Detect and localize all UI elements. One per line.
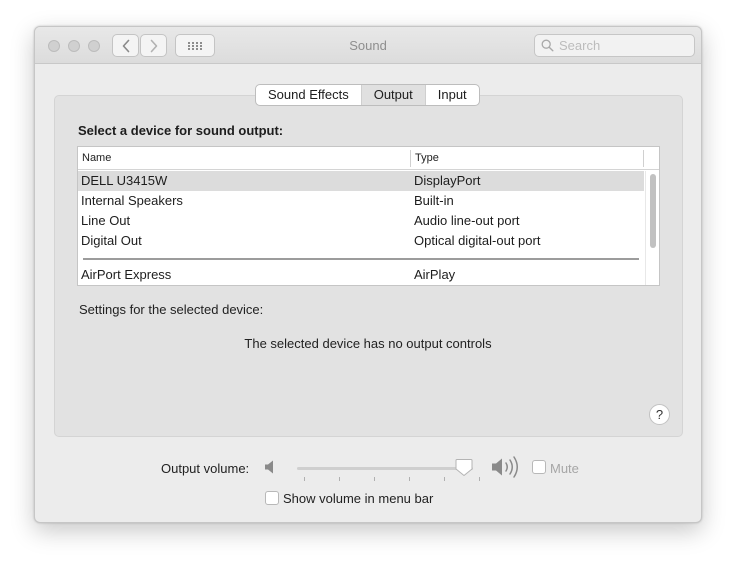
slider-tick — [339, 477, 340, 481]
table-row[interactable]: Internal Speakers Built-in — [78, 191, 644, 211]
speaker-high-icon — [492, 456, 518, 478]
device-name: AirPort Express — [81, 267, 172, 282]
column-header-name[interactable]: Name — [82, 152, 111, 164]
column-divider — [410, 150, 411, 167]
show-volume-in-menu-bar-checkbox[interactable] — [265, 491, 279, 505]
speaker-low-icon — [265, 460, 273, 474]
device-name: Line Out — [81, 213, 131, 228]
search-field[interactable] — [534, 34, 695, 57]
slider-track — [297, 467, 473, 470]
output-volume-slider[interactable] — [297, 457, 480, 481]
slider-tick — [374, 477, 375, 481]
device-type: AirPlay — [414, 267, 456, 282]
slider-tick — [444, 477, 445, 481]
table-row[interactable]: Line Out Audio line-out port — [78, 211, 644, 231]
tab-sound-effects[interactable]: Sound Effects — [256, 85, 362, 105]
tab-input[interactable]: Input — [426, 85, 479, 105]
device-type: DisplayPort — [414, 173, 481, 188]
table-row[interactable]: DELL U3415W DisplayPort — [78, 171, 644, 191]
device-type: Built-in — [414, 193, 454, 208]
slider-tick — [409, 477, 410, 481]
device-name: Internal Speakers — [81, 193, 183, 208]
output-device-table: Name Type DELL U3415W DisplayPort Intern… — [77, 146, 660, 286]
device-name: DELL U3415W — [81, 173, 168, 188]
slider-tick — [479, 477, 480, 481]
column-header-type[interactable]: Type — [415, 152, 439, 164]
sound-preferences-window: Sound Sound Effects Output Input Select … — [34, 26, 702, 523]
device-name: Digital Out — [81, 233, 142, 248]
device-type: Optical digital-out port — [414, 233, 541, 248]
no-controls-message: The selected device has no output contro… — [244, 336, 492, 351]
column-divider — [643, 150, 644, 167]
scrollbar-thumb[interactable] — [650, 174, 656, 248]
settings-label: Settings for the selected device: — [79, 302, 264, 317]
mute-checkbox[interactable] — [532, 460, 546, 474]
slider-tick — [304, 477, 305, 481]
table-header: Name Type — [78, 147, 659, 170]
tab-output[interactable]: Output — [361, 85, 426, 105]
table-row[interactable]: AirPort Express AirPlay — [78, 265, 644, 285]
show-volume-in-menu-bar-label: Show volume in menu bar — [283, 491, 434, 506]
slider-thumb[interactable] — [455, 458, 473, 477]
output-volume-label: Output volume: — [161, 461, 250, 476]
device-type: Audio line-out port — [414, 213, 520, 228]
table-row[interactable]: Digital Out Optical digital-out port — [78, 231, 644, 251]
table-scrollbar[interactable] — [645, 171, 659, 285]
title-bar: Sound — [35, 27, 701, 64]
search-input[interactable] — [559, 38, 689, 53]
device-list-heading: Select a device for sound output: — [78, 123, 284, 138]
help-button[interactable]: ? — [649, 404, 670, 425]
tab-bar: Sound Effects Output Input — [255, 84, 480, 106]
mute-label: Mute — [550, 461, 579, 476]
list-separator — [83, 258, 639, 260]
magnifier-icon — [541, 39, 554, 52]
